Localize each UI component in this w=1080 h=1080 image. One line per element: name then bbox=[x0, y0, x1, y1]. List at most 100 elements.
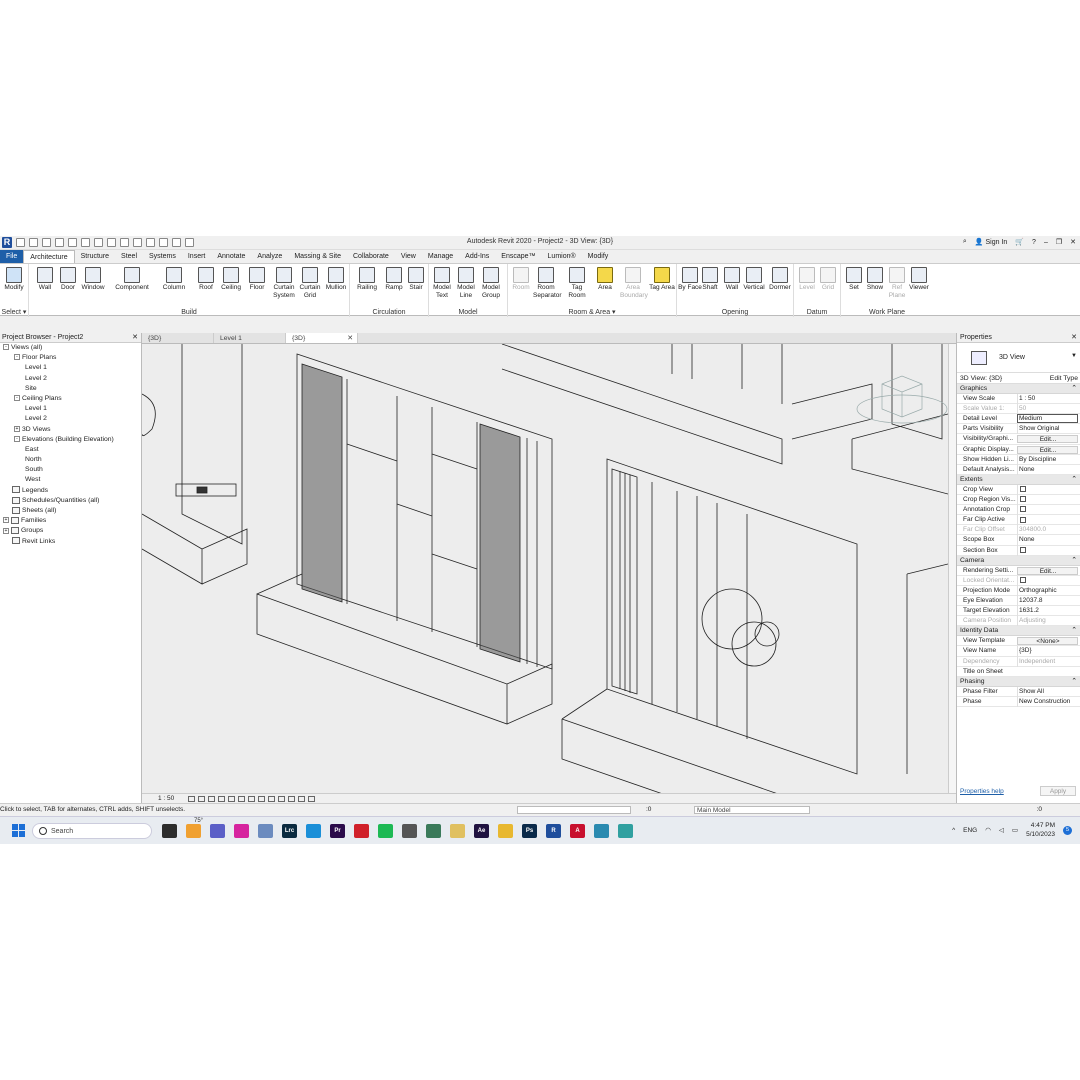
apply-button[interactable]: Apply bbox=[1040, 786, 1076, 796]
constraints-icon[interactable] bbox=[308, 796, 315, 802]
room-button[interactable]: Room bbox=[508, 267, 534, 292]
room-area-group-label[interactable]: Room & Area ▾ bbox=[508, 308, 676, 316]
tag-area-button[interactable]: Tag Area bbox=[649, 267, 675, 292]
collapse-icon[interactable]: - bbox=[14, 435, 20, 442]
property-category[interactable]: Extents ⌃ bbox=[957, 474, 1080, 485]
tab-file[interactable]: File bbox=[0, 250, 24, 263]
tab-systems[interactable]: Systems bbox=[143, 250, 182, 263]
property-value[interactable]: Orthographic bbox=[1017, 585, 1078, 596]
wifi-icon[interactable]: ◠ bbox=[985, 826, 991, 834]
property-value[interactable]: Show All bbox=[1017, 686, 1078, 697]
checkbox[interactable] bbox=[1020, 516, 1026, 523]
stair-button[interactable]: Stair bbox=[403, 267, 429, 292]
property-edit-button[interactable]: Edit... bbox=[1017, 445, 1078, 454]
column-button[interactable]: Column bbox=[161, 267, 187, 292]
curtain-system-button[interactable]: Curtain System bbox=[271, 267, 297, 300]
shadows-icon[interactable] bbox=[218, 796, 225, 802]
property-value[interactable]: None bbox=[1017, 535, 1078, 546]
reveal-hidden-icon[interactable] bbox=[278, 796, 285, 802]
browser-item[interactable]: +3D Views bbox=[0, 425, 141, 435]
browser-item[interactable]: + Families bbox=[0, 516, 141, 526]
cart-icon[interactable]: 🛒 bbox=[1015, 238, 1024, 246]
tab-structure[interactable]: Structure bbox=[75, 250, 115, 263]
sun-path-icon[interactable] bbox=[208, 796, 215, 802]
restore-button[interactable]: ❐ bbox=[1056, 238, 1062, 246]
photoshop-icon[interactable]: Ps bbox=[522, 824, 537, 838]
component-button[interactable]: Component bbox=[114, 267, 150, 292]
autocad-icon[interactable]: A bbox=[570, 824, 585, 838]
taskbar-search[interactable]: Search bbox=[32, 823, 152, 839]
windows-start-icon[interactable] bbox=[12, 824, 25, 837]
browser-item[interactable]: Revit Links bbox=[0, 537, 141, 547]
view-tab-3d[interactable]: {3D} bbox=[142, 333, 214, 343]
browser-item[interactable]: - Floor Plans bbox=[0, 353, 141, 363]
checkbox[interactable] bbox=[1020, 506, 1026, 513]
browser-item[interactable]: Level 2 bbox=[0, 414, 141, 424]
model-text-button[interactable]: Model Text bbox=[429, 267, 455, 300]
property-category[interactable]: Identity Data ⌃ bbox=[957, 626, 1080, 637]
file-explorer-icon[interactable] bbox=[498, 824, 513, 838]
tab-add-ins[interactable]: Add-Ins bbox=[459, 250, 495, 263]
view-tab-level-1[interactable]: Level 1 bbox=[214, 333, 286, 343]
browser-item[interactable]: Level 1 bbox=[0, 404, 141, 414]
weather-app-icon[interactable] bbox=[186, 824, 201, 838]
property-value[interactable] bbox=[1017, 484, 1078, 496]
property-edit-button[interactable]: Edit... bbox=[1017, 435, 1078, 444]
chevron-up-icon[interactable]: ^ bbox=[952, 827, 955, 834]
type-selector[interactable]: 3D View ▼ bbox=[957, 343, 1080, 373]
collapse-icon[interactable]: - bbox=[14, 395, 20, 402]
model-line-button[interactable]: Model Line bbox=[453, 267, 479, 300]
teams-icon[interactable] bbox=[210, 824, 225, 838]
browser-item[interactable]: West bbox=[0, 475, 141, 485]
property-category[interactable]: Graphics ⌃ bbox=[957, 384, 1080, 395]
language-indicator[interactable]: ENG bbox=[963, 827, 977, 834]
property-value[interactable]: 1 : 50 bbox=[1017, 394, 1078, 405]
property-value[interactable]: Show Original bbox=[1017, 424, 1078, 435]
tab-lumion[interactable]: Lumion® bbox=[542, 250, 582, 263]
expand-icon[interactable]: + bbox=[3, 517, 9, 524]
crop-icon[interactable] bbox=[238, 796, 245, 802]
detail-level-icon[interactable] bbox=[188, 796, 195, 802]
browser-item[interactable]: Schedules/Quantities (all) bbox=[0, 496, 141, 506]
minimize-button[interactable]: – bbox=[1044, 239, 1048, 246]
mullion-button[interactable]: Mullion bbox=[323, 267, 349, 292]
close-icon[interactable]: ✕ bbox=[1071, 333, 1077, 343]
property-value[interactable]: {3D} bbox=[1017, 646, 1078, 657]
tab-annotate[interactable]: Annotate bbox=[211, 250, 251, 263]
vertical-button[interactable]: Vertical bbox=[741, 267, 767, 292]
tab-view[interactable]: View bbox=[395, 250, 422, 263]
property-value[interactable]: 1631.2 bbox=[1017, 606, 1078, 617]
property-category[interactable]: Camera ⌃ bbox=[957, 555, 1080, 566]
photos-icon[interactable] bbox=[258, 824, 273, 838]
ceiling-button[interactable]: Ceiling bbox=[218, 267, 244, 292]
binoculars-icon[interactable]: ⌕ bbox=[963, 238, 967, 246]
tab-analyze[interactable]: Analyze bbox=[251, 250, 288, 263]
close-icon[interactable]: ✕ bbox=[132, 333, 138, 343]
volume-icon[interactable]: ◁ bbox=[999, 826, 1004, 834]
crop-region-icon[interactable] bbox=[248, 796, 255, 802]
task-view-icon[interactable] bbox=[162, 824, 177, 838]
after-effects-icon[interactable]: Ae bbox=[474, 824, 489, 838]
map-app-icon[interactable] bbox=[426, 824, 441, 838]
browser-item[interactable]: Level 2 bbox=[0, 374, 141, 384]
roof-button[interactable]: Roof bbox=[193, 267, 219, 292]
browser-item[interactable]: Site bbox=[0, 384, 141, 394]
property-value[interactable] bbox=[1017, 495, 1078, 506]
media-app-icon[interactable] bbox=[450, 824, 465, 838]
collapse-icon[interactable]: - bbox=[3, 344, 9, 351]
floor-button[interactable]: Floor bbox=[244, 267, 270, 292]
battery-icon[interactable]: ▭ bbox=[1012, 826, 1018, 834]
3d-viewport[interactable] bbox=[142, 344, 948, 793]
browser-item[interactable]: + Groups bbox=[0, 526, 141, 536]
visual-style-icon[interactable] bbox=[198, 796, 205, 802]
network-app-icon[interactable] bbox=[402, 824, 417, 838]
close-tab-icon[interactable]: ✕ bbox=[347, 333, 353, 344]
tab-massing-site[interactable]: Massing & Site bbox=[288, 250, 347, 263]
browser-item[interactable]: - Elevations (Building Elevation) bbox=[0, 435, 141, 445]
tab-steel[interactable]: Steel bbox=[115, 250, 143, 263]
workset-dropdown[interactable] bbox=[517, 806, 631, 814]
modify-button[interactable]: Modify bbox=[1, 267, 27, 292]
notification-badge[interactable]: 5 bbox=[1063, 825, 1072, 835]
grid-button[interactable]: Grid bbox=[815, 267, 841, 292]
collapse-icon[interactable]: ⌃ bbox=[1071, 475, 1077, 485]
